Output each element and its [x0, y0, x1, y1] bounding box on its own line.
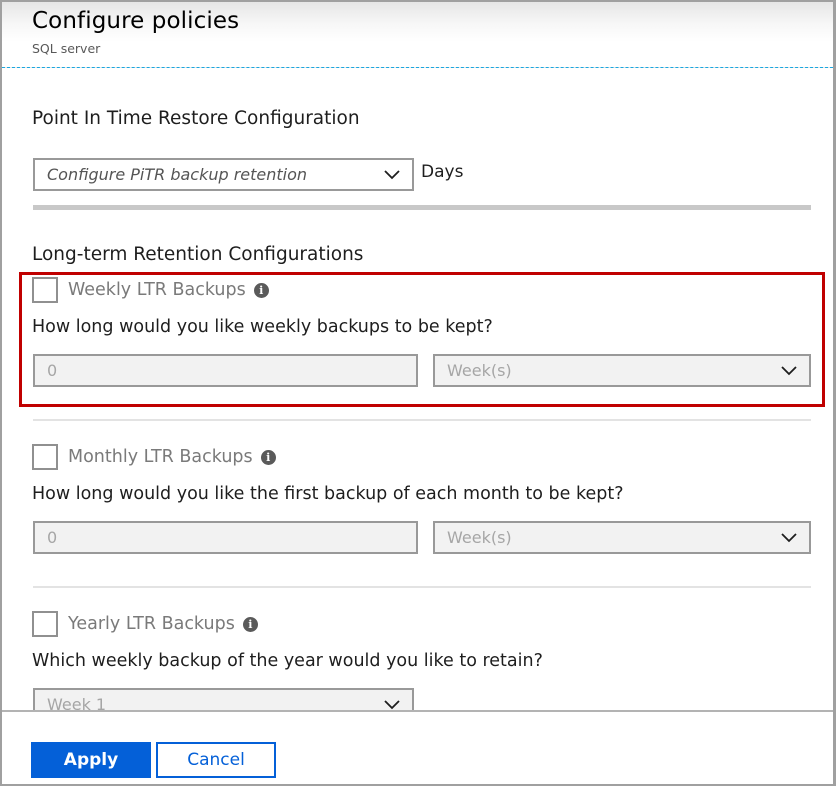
section-divider: [33, 205, 811, 210]
weekly-ltr-question: How long would you like weekly backups t…: [32, 317, 493, 337]
pitr-unit-label: Days: [421, 162, 464, 182]
pitr-retention-select[interactable]: Configure PiTR backup retention: [33, 158, 414, 191]
yearly-week-value: Week 1: [47, 695, 107, 710]
info-icon[interactable]: i: [260, 449, 276, 465]
monthly-unit-select[interactable]: Week(s): [433, 521, 811, 554]
yearly-week-select[interactable]: Week 1: [33, 688, 414, 710]
chevron-down-icon: [384, 698, 400, 710]
yearly-ltr-question: Which weekly backup of the year would yo…: [32, 651, 543, 671]
yearly-ltr-checkbox[interactable]: [32, 611, 58, 637]
monthly-retention-input[interactable]: 0: [33, 521, 418, 554]
pitr-retention-select-value: Configure PiTR backup retention: [47, 165, 308, 184]
info-icon[interactable]: i: [253, 282, 269, 298]
blade-content: Point In Time Restore Configuration Conf…: [2, 69, 833, 710]
weekly-unit-value: Week(s): [447, 361, 512, 380]
monthly-ltr-row: Monthly LTR Backups i: [32, 444, 276, 470]
weekly-ltr-checkbox[interactable]: [32, 277, 58, 303]
ltr-section-title: Long-term Retention Configurations: [32, 244, 364, 265]
apply-button[interactable]: Apply: [31, 742, 151, 778]
chevron-down-icon: [781, 364, 797, 376]
page-title: Configure policies: [32, 8, 240, 34]
chevron-down-icon: [781, 531, 797, 543]
blade-header: Configure policies SQL server: [2, 2, 833, 68]
monthly-ltr-question: How long would you like the first backup…: [32, 484, 624, 504]
weekly-ltr-row: Weekly LTR Backups i: [32, 277, 269, 303]
weekly-ltr-label: Weekly LTR Backups: [68, 280, 246, 300]
weekly-retention-input[interactable]: 0: [33, 354, 418, 387]
divider: [33, 419, 811, 421]
monthly-ltr-checkbox[interactable]: [32, 444, 58, 470]
monthly-retention-value: 0: [47, 528, 58, 547]
blade-footer: Apply Cancel: [2, 710, 833, 784]
pitr-section-title: Point In Time Restore Configuration: [32, 108, 360, 129]
weekly-retention-value: 0: [47, 361, 58, 380]
divider: [33, 586, 811, 588]
configure-policies-blade: Configure policies SQL server Point In T…: [0, 0, 836, 786]
weekly-unit-select[interactable]: Week(s): [433, 354, 811, 387]
monthly-unit-value: Week(s): [447, 528, 512, 547]
cancel-button[interactable]: Cancel: [156, 742, 276, 778]
chevron-down-icon: [384, 168, 400, 180]
page-subtitle: SQL server: [32, 41, 101, 56]
yearly-ltr-row: Yearly LTR Backups i: [32, 611, 258, 637]
yearly-ltr-label: Yearly LTR Backups: [68, 614, 235, 634]
info-icon[interactable]: i: [242, 616, 258, 632]
monthly-ltr-label: Monthly LTR Backups: [68, 447, 253, 467]
